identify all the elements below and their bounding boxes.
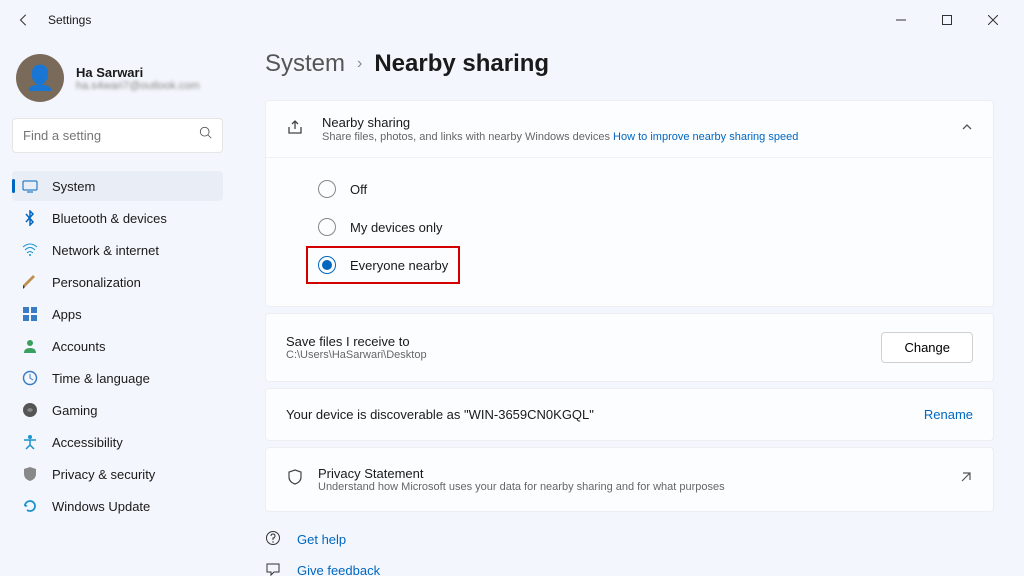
profile[interactable]: 👤 Ha Sarwari ha.s4wari7@outlook.com bbox=[12, 46, 223, 118]
person-icon bbox=[22, 338, 38, 354]
nav-label: System bbox=[52, 179, 95, 194]
search-input[interactable] bbox=[23, 128, 199, 143]
chevron-up-icon bbox=[961, 120, 973, 138]
nav-label: Accounts bbox=[52, 339, 105, 354]
privacy-row[interactable]: Privacy Statement Understand how Microso… bbox=[265, 447, 994, 512]
radio-label: My devices only bbox=[350, 220, 442, 235]
nav-personalization[interactable]: Personalization bbox=[12, 267, 223, 297]
brush-icon bbox=[22, 274, 38, 290]
radio-label: Off bbox=[350, 182, 367, 197]
share-icon bbox=[286, 118, 304, 141]
avatar: 👤 bbox=[16, 54, 64, 102]
shield-icon bbox=[286, 468, 304, 491]
save-path-value: C:\Users\HaSarwari\Desktop bbox=[286, 349, 867, 361]
close-button[interactable] bbox=[970, 4, 1016, 36]
save-path-title: Save files I receive to bbox=[286, 334, 867, 349]
bluetooth-icon bbox=[22, 210, 38, 226]
nav-accessibility[interactable]: Accessibility bbox=[12, 427, 223, 457]
nearby-sub: Share files, photos, and links with near… bbox=[322, 131, 943, 143]
nav-label: Windows Update bbox=[52, 499, 150, 514]
nav-label: Bluetooth & devices bbox=[52, 211, 167, 226]
nearby-help-link[interactable]: How to improve nearby sharing speed bbox=[613, 131, 798, 143]
breadcrumb-parent[interactable]: System bbox=[265, 50, 345, 78]
clock-icon bbox=[22, 370, 38, 386]
privacy-title: Privacy Statement bbox=[318, 466, 945, 481]
breadcrumb: System › Nearby sharing bbox=[265, 50, 994, 78]
back-button[interactable] bbox=[8, 4, 40, 36]
apps-icon bbox=[22, 306, 38, 322]
radio-everyone[interactable]: Everyone nearby bbox=[306, 246, 460, 284]
discoverable-text: Your device is discoverable as "WIN-3659… bbox=[286, 407, 910, 422]
profile-email: ha.s4wari7@outlook.com bbox=[76, 80, 200, 92]
breadcrumb-current: Nearby sharing bbox=[374, 50, 549, 78]
get-help-link[interactable]: Get help bbox=[265, 530, 994, 549]
nav-gaming[interactable]: Gaming bbox=[12, 395, 223, 425]
nav-label: Time & language bbox=[52, 371, 150, 386]
nav-apps[interactable]: Apps bbox=[12, 299, 223, 329]
system-icon bbox=[22, 178, 38, 194]
nav-system[interactable]: System bbox=[12, 171, 223, 201]
accessibility-icon bbox=[22, 434, 38, 450]
window-title: Settings bbox=[48, 13, 91, 27]
nav-label: Accessibility bbox=[52, 435, 123, 450]
save-path-row: Save files I receive to C:\Users\HaSarwa… bbox=[265, 313, 994, 382]
nav-label: Privacy & security bbox=[52, 467, 155, 482]
nav-label: Personalization bbox=[52, 275, 141, 290]
nav-label: Network & internet bbox=[52, 243, 159, 258]
nav-privacy[interactable]: Privacy & security bbox=[12, 459, 223, 489]
chevron-right-icon: › bbox=[357, 55, 362, 73]
nav-accounts[interactable]: Accounts bbox=[12, 331, 223, 361]
radio-label: Everyone nearby bbox=[350, 258, 448, 273]
radio-my-devices[interactable]: My devices only bbox=[318, 208, 973, 246]
privacy-sub: Understand how Microsoft uses your data … bbox=[318, 481, 945, 493]
nav-bluetooth[interactable]: Bluetooth & devices bbox=[12, 203, 223, 233]
profile-name: Ha Sarwari bbox=[76, 65, 200, 80]
radio-off[interactable]: Off bbox=[318, 170, 973, 208]
shield-icon bbox=[22, 466, 38, 482]
minimize-button[interactable] bbox=[878, 4, 924, 36]
nav-label: Gaming bbox=[52, 403, 98, 418]
nav-network[interactable]: Network & internet bbox=[12, 235, 223, 265]
nav-time[interactable]: Time & language bbox=[12, 363, 223, 393]
feedback-icon bbox=[265, 561, 283, 576]
open-external-icon bbox=[959, 470, 973, 489]
search-box[interactable] bbox=[12, 118, 223, 153]
maximize-button[interactable] bbox=[924, 4, 970, 36]
nearby-title: Nearby sharing bbox=[322, 115, 943, 130]
nav-update[interactable]: Windows Update bbox=[12, 491, 223, 521]
wifi-icon bbox=[22, 242, 38, 258]
feedback-link[interactable]: Give feedback bbox=[265, 561, 994, 576]
help-icon bbox=[265, 530, 283, 549]
update-icon bbox=[22, 498, 38, 514]
discoverable-row: Your device is discoverable as "WIN-3659… bbox=[265, 388, 994, 441]
search-icon bbox=[199, 126, 213, 145]
change-button[interactable]: Change bbox=[881, 332, 973, 363]
nav-label: Apps bbox=[52, 307, 82, 322]
nearby-sharing-header[interactable]: Nearby sharing Share files, photos, and … bbox=[266, 101, 993, 157]
rename-link[interactable]: Rename bbox=[924, 407, 973, 422]
gaming-icon bbox=[22, 402, 38, 418]
